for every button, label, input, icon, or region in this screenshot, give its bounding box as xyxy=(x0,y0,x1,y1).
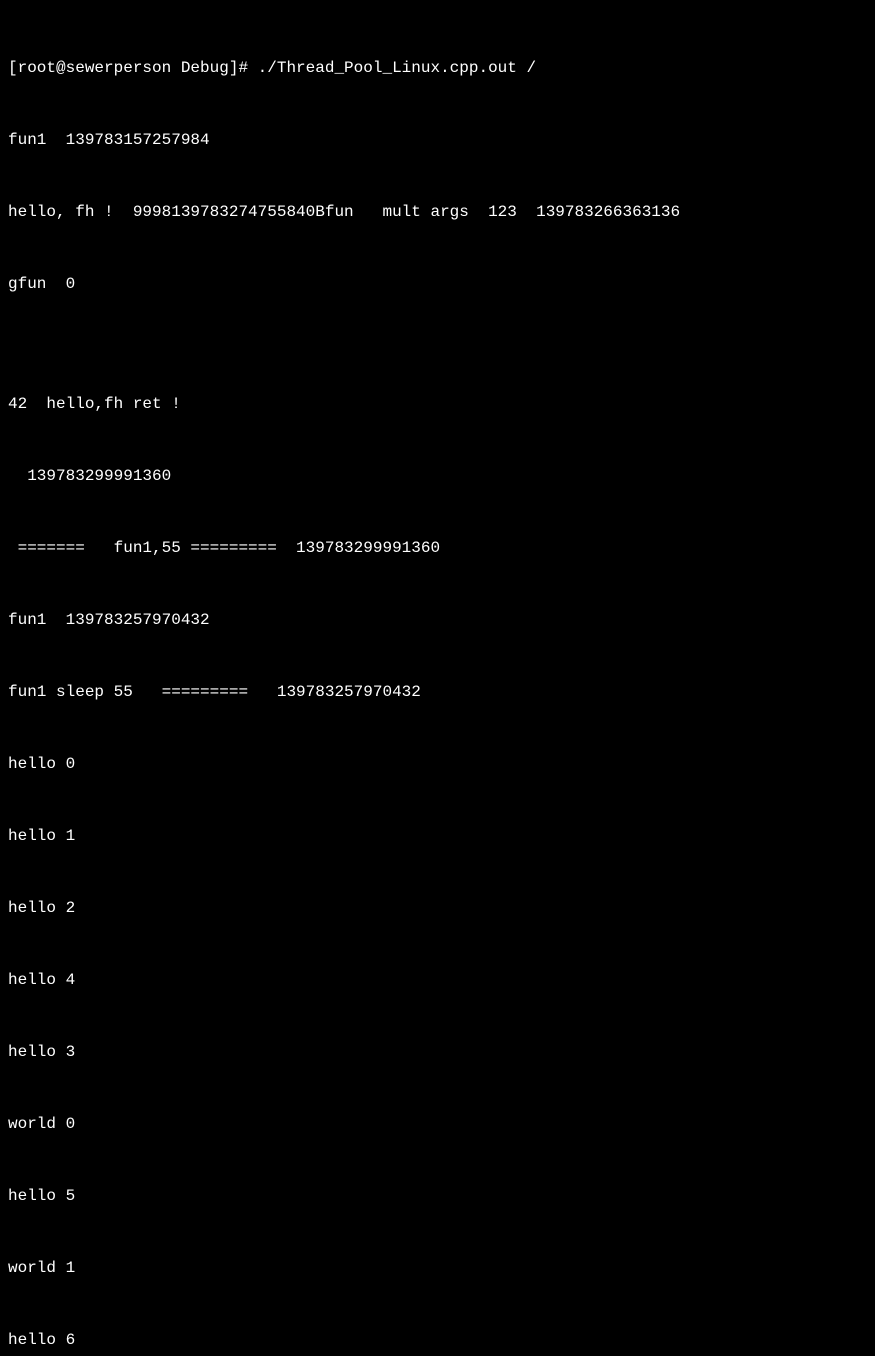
terminal-output-line: hello 0 xyxy=(8,752,867,776)
terminal-output-line: hello, fh ! 9998139783274755840Bfun mult… xyxy=(8,200,867,224)
terminal-output-line: hello 5 xyxy=(8,1184,867,1208)
terminal-output-line: hello 1 xyxy=(8,824,867,848)
terminal-output-line: hello 4 xyxy=(8,968,867,992)
terminal-output-line: hello 3 xyxy=(8,1040,867,1064)
terminal-output-line: 42 hello,fh ret ! xyxy=(8,392,867,416)
terminal-output-line: 139783299991360 xyxy=(8,464,867,488)
terminal-output-line: hello 2 xyxy=(8,896,867,920)
terminal-output-line: world 0 xyxy=(8,1112,867,1136)
terminal-output-line: ======= fun1,55 ========= 13978329999136… xyxy=(8,536,867,560)
terminal-output-line: hello 6 xyxy=(8,1328,867,1352)
terminal-output-line: gfun 0 xyxy=(8,272,867,296)
terminal-window[interactable]: [root@sewerperson Debug]# ./Thread_Pool_… xyxy=(8,8,867,1356)
terminal-output-line: fun1 139783257970432 xyxy=(8,608,867,632)
terminal-output-line: fun1 sleep 55 ========= 139783257970432 xyxy=(8,680,867,704)
terminal-prompt-line: [root@sewerperson Debug]# ./Thread_Pool_… xyxy=(8,56,867,80)
terminal-output-line: fun1 139783157257984 xyxy=(8,128,867,152)
terminal-output-line: world 1 xyxy=(8,1256,867,1280)
